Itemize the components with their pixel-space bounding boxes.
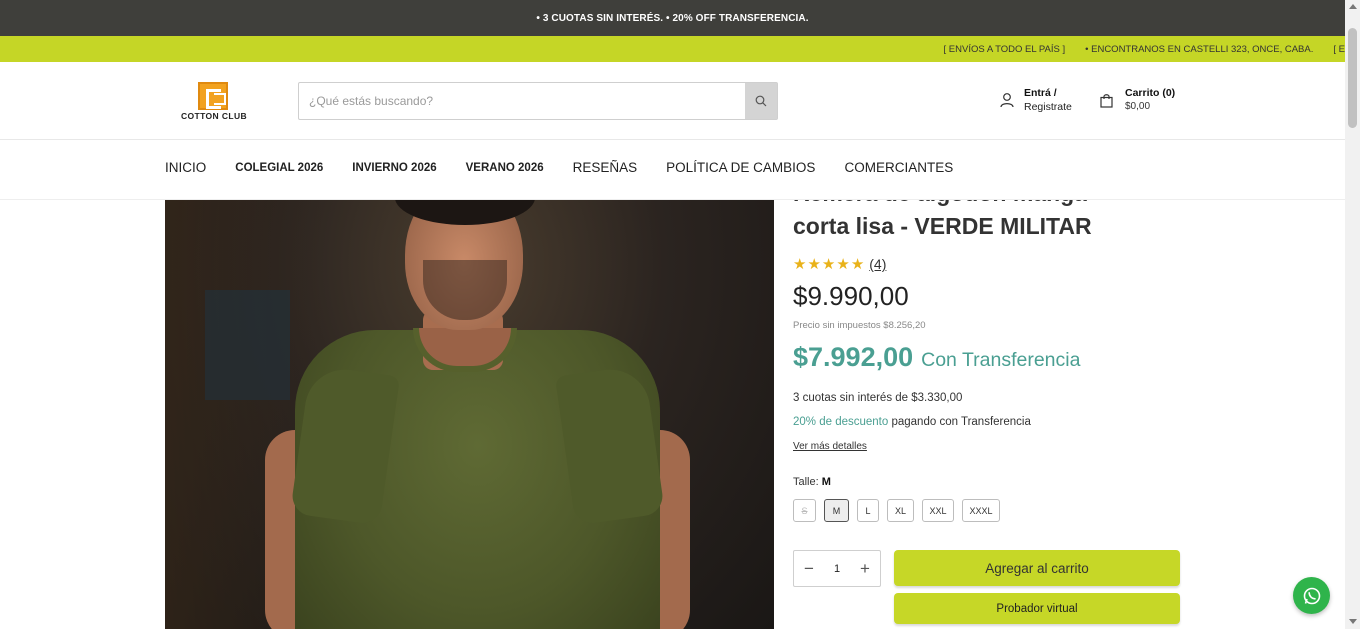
announcement-bar: • 3 CUOTAS SIN INTERÉS. • 20% OFF TRANSF… [0, 0, 1345, 36]
discount-info: 20% de descuento pagando con Transferenc… [793, 416, 1031, 428]
transfer-price-label: Con Transferencia [921, 349, 1081, 371]
logo-text: COTTON CLUB [180, 111, 248, 121]
main-navigation: INICIO COLEGIAL 2026 INVIERNO 2026 VERAN… [0, 140, 1345, 200]
user-icon [1000, 93, 1014, 108]
account-link[interactable]: Entrá / Registrate [1000, 86, 1072, 114]
discount-highlight: 20% de descuento [793, 416, 889, 428]
account-login-label: Entrá / [1024, 87, 1057, 99]
site-header: COTTON CLUB Entrá / Registrate Carrito (… [0, 62, 1345, 140]
star-icon: ★ [836, 255, 850, 273]
nav-item-colegial[interactable]: COLEGIAL 2026 [235, 160, 323, 175]
info-ticker: [ ENVÍOS A TODO EL PAÍS ] • ENCONTRANOS … [0, 36, 1345, 62]
nav-item-politica-cambios[interactable]: POLÍTICA DE CAMBIOS [666, 160, 815, 175]
scroll-down-icon[interactable] [1349, 619, 1357, 624]
ticker-item: • ENCONTRANOS EN CASTELLI 323, ONCE, CAB… [1085, 43, 1314, 55]
size-option-s[interactable]: S [793, 499, 816, 522]
cart-total: $0,00 [1125, 101, 1151, 112]
scroll-thumb[interactable] [1348, 28, 1357, 128]
product-price: $9.990,00 [793, 281, 909, 311]
search-box [298, 82, 778, 120]
nav-item-verano[interactable]: VERANO 2026 [466, 160, 544, 175]
logo-icon [198, 82, 228, 110]
search-icon [755, 95, 767, 107]
size-selector: S M L XL XXL XXXL [793, 499, 1008, 522]
selected-size: M [821, 476, 831, 488]
star-icon: ★ [793, 255, 807, 273]
cart-count: Carrito (0) [1125, 87, 1176, 99]
cart-link[interactable]: Carrito (0) $0,00 [1100, 86, 1175, 114]
star-icon: ★ [821, 255, 836, 273]
size-option-xl[interactable]: XL [887, 499, 914, 522]
transfer-price-amount: $7.992,00 [793, 342, 914, 372]
scroll-up-icon[interactable] [1349, 4, 1357, 9]
ticker-item: [ ENVÍOS A TODO EL PAÍS ] [943, 43, 1066, 55]
discount-rest: pagando con Transferencia [888, 416, 1031, 428]
size-option-m[interactable]: M [824, 499, 849, 522]
plus-icon[interactable]: + [856, 559, 874, 579]
quantity-stepper: − 1 + [793, 550, 881, 587]
size-label: Talle: M [793, 476, 831, 488]
announcement-text: • 3 CUOTAS SIN INTERÉS. • 20% OFF TRANSF… [536, 12, 809, 24]
logo[interactable]: COTTON CLUB [176, 82, 252, 122]
more-details-link[interactable]: Ver más detalles [793, 441, 867, 452]
star-icon: ★ [850, 255, 865, 273]
rating-count[interactable]: (4) [869, 256, 886, 272]
virtual-fitting-button[interactable]: Probador virtual [894, 593, 1180, 624]
page-scrollbar[interactable] [1345, 0, 1360, 629]
add-to-cart-button[interactable]: Agregar al carrito [894, 550, 1180, 586]
account-register-label: Registrate [1024, 101, 1072, 113]
price-without-tax: Precio sin impuestos $8.256,20 [793, 320, 926, 331]
size-option-xxxl[interactable]: XXXL [962, 499, 1000, 522]
installments-info: 3 cuotas sin interés de $3.330,00 [793, 392, 963, 404]
nav-item-inicio[interactable]: INICIO [165, 160, 206, 175]
size-option-l[interactable]: L [857, 499, 879, 522]
search-input[interactable] [299, 83, 745, 119]
star-icon: ★ [807, 255, 821, 273]
nav-item-invierno[interactable]: INVIERNO 2026 [352, 160, 436, 175]
size-option-xxl[interactable]: XXL [922, 499, 954, 522]
transfer-price: $7.992,00 Con Transferencia [793, 342, 1080, 373]
minus-icon[interactable]: − [800, 559, 818, 579]
product-title: corta lisa - VERDE MILITAR [793, 213, 1092, 239]
search-button[interactable] [745, 83, 777, 119]
whatsapp-button[interactable] [1293, 577, 1330, 614]
shopping-bag-icon [1100, 93, 1113, 108]
ticker-item: [ E [1333, 43, 1345, 55]
product-image[interactable] [165, 200, 774, 629]
product-rating[interactable]: ★ ★ ★ ★ ★ (4) [793, 256, 886, 272]
nav-item-resenas[interactable]: RESEÑAS [573, 160, 638, 175]
quantity-value[interactable]: 1 [834, 563, 840, 575]
whatsapp-icon [1303, 587, 1320, 604]
nav-item-comerciantes[interactable]: COMERCIANTES [844, 160, 953, 175]
